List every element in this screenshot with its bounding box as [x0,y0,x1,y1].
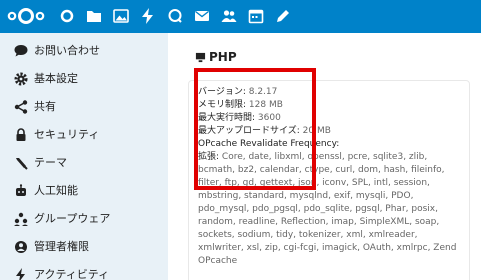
chat-icon [14,45,28,57]
settings-sidebar: お問い合わせ 基本設定 共有 セキュリティ テーマ 人工知能 グループウェア 管… [0,33,168,280]
sidebar-item-label: 共有 [34,100,56,113]
sidebar-item-label: 基本設定 [34,72,78,85]
sidebar-item-label: 管理者権限 [34,240,89,253]
sidebar-item-label: お問い合わせ [34,44,100,57]
admin-icon [15,241,27,253]
memory-limit-value: 128 MB [248,100,283,110]
memory-limit-label: メモリ制限: [198,100,247,110]
lock-icon [16,128,26,141]
sidebar-item-security[interactable]: セキュリティ [0,121,168,149]
activity-icon[interactable] [139,7,157,25]
files-icon[interactable] [85,7,103,25]
max-upload-size-row: 最大アップロードサイズ: 20 MB [198,125,460,138]
sidebar-item-groupware[interactable]: グループウェア [0,205,168,233]
calendar-icon[interactable] [247,7,265,25]
extensions-label: 拡張: [198,152,220,162]
sidebar-item-sharing[interactable]: 共有 [0,93,168,121]
extensions-value: Core, date, libxml, openssl, pcre, sqlit… [198,152,457,266]
max-execution-time-label: 最大実行時間: [198,113,256,123]
top-bar [0,0,481,33]
monitor-icon [195,52,206,63]
max-execution-time-row: 最大実行時間: 3600 [198,112,460,125]
nextcloud-logo[interactable] [7,7,45,25]
sidebar-item-label: 人工知能 [34,184,78,197]
sidebar-item-activity[interactable]: アクティビティ [0,261,168,280]
php-version-row: バージョン: 8.2.17 [198,86,460,99]
sidebar-item-theme[interactable]: テーマ [0,149,168,177]
sidebar-item-label: テーマ [34,156,67,169]
php-version-label: バージョン: [198,87,246,97]
memory-limit-row: メモリ制限: 128 MB [198,99,460,112]
main-content: PHP バージョン: 8.2.17 メモリ制限: 128 MB 最大実行時間: … [168,33,481,280]
section-title-text: PHP [209,50,237,64]
max-upload-size-label: 最大アップロードサイズ: [198,126,300,136]
share-icon [14,100,28,114]
photos-icon[interactable] [112,7,130,25]
sidebar-item-admin-privileges[interactable]: 管理者権限 [0,233,168,261]
php-info-list: バージョン: 8.2.17 メモリ制限: 128 MB 最大実行時間: 3600… [198,86,460,268]
dashboard-icon[interactable] [58,7,76,25]
php-version-value: 8.2.17 [248,87,278,97]
opcache-row: OPcache Revalidate Frequency: [198,138,460,151]
sidebar-item-basic-settings[interactable]: 基本設定 [0,65,168,93]
sidebar-item-label: アクティビティ [34,268,110,280]
opcache-label: OPcache Revalidate Frequency: [198,139,340,149]
sidebar-item-label: グループウェア [34,212,111,225]
sidebar-item-contact[interactable]: お問い合わせ [0,37,168,65]
gear-icon [14,72,28,86]
section-title: PHP [195,50,237,64]
sidebar-item-label: セキュリティ [34,128,100,141]
search-icon[interactable] [166,7,184,25]
max-upload-size-value: 20 MB [302,126,331,136]
contacts-icon[interactable] [220,7,238,25]
activity-icon [16,268,25,280]
groupware-icon [14,212,28,226]
robot-icon [16,184,26,196]
max-execution-time-value: 3600 [257,113,281,123]
sidebar-item-ai[interactable]: 人工知能 [0,177,168,205]
mail-icon[interactable] [193,7,211,25]
notes-icon[interactable] [274,7,292,25]
extensions-row: 拡張: Core, date, libxml, openssl, pcre, s… [198,151,460,268]
brush-icon [16,158,28,170]
